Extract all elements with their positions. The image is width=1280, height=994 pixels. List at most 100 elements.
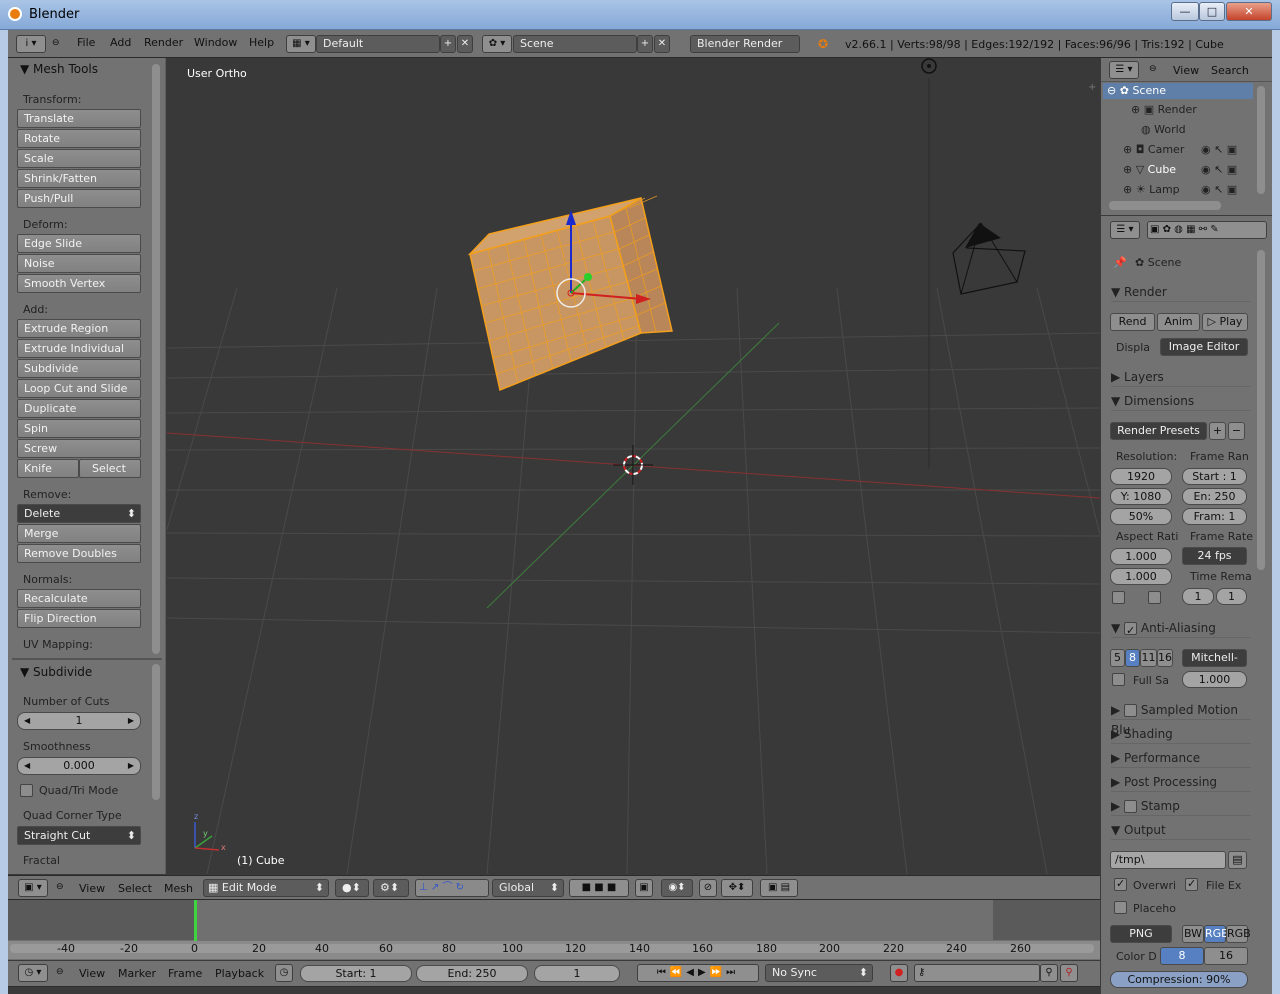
snap-element-dropdown[interactable]: ✥⬍ [721,879,753,897]
collapse-icon[interactable]: ⊖ [52,38,60,48]
duplicate-button[interactable]: Duplicate [17,399,141,418]
mesh-tools-header[interactable]: ▼ Mesh Tools [20,62,98,76]
aspect-y-field[interactable]: 1.000 [1110,568,1172,585]
timeline-menu-marker[interactable]: Marker [118,967,156,980]
outliner-item-lamp[interactable]: ⊕ ☀ Lamp [1123,183,1180,196]
shading-panel-header[interactable]: ▶ Shading [1111,724,1251,744]
layers-panel-header[interactable]: ▶ Layers [1111,367,1251,387]
aa-filter-size-field[interactable]: 1.000 [1182,671,1247,688]
camera-object[interactable] [952,222,1026,295]
keying-set-field[interactable]: ⚷ [914,964,1040,982]
extrude-region-button[interactable]: Extrude Region [17,319,141,338]
timeline-editor[interactable] [8,900,1100,960]
pivot-point-dropdown[interactable]: ⚙⬍ [373,879,409,897]
color-depth-16[interactable]: 16 [1204,947,1248,965]
render-opengl-buttons[interactable]: ▣ ▤ [760,879,798,897]
post-processing-panel-header[interactable]: ▶ Post Processing [1111,772,1251,792]
rotate-button[interactable]: Rotate [17,129,141,148]
delete-dropdown[interactable]: Delete ⬍ [17,504,141,523]
performance-panel-header[interactable]: ▶ Performance [1111,748,1251,768]
merge-button[interactable]: Merge [17,524,141,543]
loop-cut-slide-button[interactable]: Loop Cut and Slide [17,379,141,398]
insert-keyframe-icon[interactable]: ⚲ [1040,964,1058,982]
occlude-geometry-icon[interactable]: ▣ [635,879,653,897]
menu-view[interactable]: View [79,882,105,895]
proportional-edit-dropdown[interactable]: ◉⬍ [661,879,693,897]
collapse-icon[interactable]: ⊖ [1149,64,1157,74]
manipulator-buttons[interactable]: ⊥ ↗ ⌒ ↻ [415,879,489,897]
noise-button[interactable]: Noise [17,254,141,273]
smoothness-field[interactable]: ◀ 0.000 ▶ [17,757,141,775]
menu-file[interactable]: File [77,36,95,49]
sync-mode-dropdown[interactable]: No Sync ⬍ [765,964,873,982]
shrink-fatten-button[interactable]: Shrink/Fatten [17,169,141,188]
render-presets-dropdown[interactable]: Render Presets [1110,422,1207,440]
resolution-y-field[interactable]: Y: 1080 [1110,488,1172,505]
crop-checkbox[interactable] [1148,591,1161,604]
outliner-menu-search[interactable]: Search [1211,64,1249,77]
motion-blur-checkbox[interactable] [1124,704,1138,717]
compression-slider[interactable]: Compression: 90% [1110,971,1248,988]
screen-layout-icon[interactable]: ▦ ▾ [286,35,316,53]
screw-button[interactable]: Screw [17,439,141,458]
remove-preset-icon[interactable]: − [1228,422,1245,440]
outliner-v-scrollbar[interactable] [1257,86,1265,194]
aa-samples-8[interactable]: 8 [1125,649,1140,667]
aspect-x-field[interactable]: 1.000 [1110,548,1172,565]
visibility-icons[interactable]: ◉ ↖ ▣ [1201,163,1237,176]
file-format-dropdown[interactable]: PNG [1110,925,1172,943]
y-arrow-icon[interactable] [584,273,592,281]
3d-viewport[interactable]: User Ortho (1) Cube z y x + [167,58,1100,874]
knife-select-button[interactable]: Select [79,459,141,478]
info-editor-type-button[interactable]: i ▾ [16,35,46,53]
menu-render[interactable]: Render [144,36,183,49]
properties-editor-type-button[interactable]: ☰ ▾ [1110,221,1140,239]
flip-direction-button[interactable]: Flip Direction [17,609,141,628]
border-checkbox[interactable] [1112,591,1125,604]
playback-controls[interactable]: ⏮⏪◀▶⏩⏭ [637,964,759,982]
outliner-item-cube[interactable]: ⊕ ▽ Cube [1123,163,1176,176]
full-sample-checkbox[interactable] [1112,673,1125,686]
pin-icon[interactable]: 📌 [1113,256,1127,269]
record-icon[interactable]: ● [890,964,908,982]
knife-button[interactable]: Knife [17,459,79,478]
collapse-icon[interactable]: ⊖ [56,967,64,977]
menu-help[interactable]: Help [249,36,274,49]
minimize-button[interactable]: — [1171,2,1199,21]
add-scene-icon[interactable]: + [637,35,653,53]
add-preset-icon[interactable]: + [1209,422,1226,440]
number-of-cuts-field[interactable]: ◀ 1 ▶ [17,712,141,730]
viewport-shading-dropdown[interactable]: ●⬍ [335,879,369,897]
snap-toggle-icon[interactable]: ⊘ [699,879,717,897]
timeline-menu-playback[interactable]: Playback [215,967,264,980]
mode-dropdown[interactable]: ▦ Edit Mode ⬍ [203,879,329,897]
play-button[interactable]: ▷ Play [1202,313,1248,331]
decrement-arrow-icon[interactable]: ◀ [24,713,30,729]
outliner-editor-type-button[interactable]: ☰ ▾ [1109,61,1139,79]
frame-end-field[interactable]: En: 250 [1182,488,1247,505]
overwrite-checkbox[interactable] [1114,877,1127,891]
current-frame-field[interactable]: 1 [534,965,620,982]
outliner-menu-view[interactable]: View [1173,64,1199,77]
anti-aliasing-checkbox[interactable] [1124,621,1138,641]
frame-step-field[interactable]: Fram: 1 [1182,508,1247,525]
properties-toggle-icon[interactable]: + [1088,82,1096,93]
menu-add[interactable]: Add [110,36,131,49]
timeline-menu-view[interactable]: View [79,967,105,980]
preview-range-icon[interactable]: ◷ [275,964,293,982]
end-frame-field[interactable]: End: 250 [416,965,528,982]
remove-doubles-button[interactable]: Remove Doubles [17,544,141,563]
recalculate-button[interactable]: Recalculate [17,589,141,608]
frame-rate-dropdown[interactable]: 24 fps [1182,547,1247,565]
render-image-button[interactable]: Rend [1110,313,1155,331]
current-frame-marker[interactable] [194,900,197,942]
quad-corner-dropdown[interactable]: Straight Cut ⬍ [17,826,141,845]
close-button[interactable]: ✕ [1226,2,1272,21]
aa-samples-11[interactable]: 11 [1140,649,1157,667]
screen-layout-field[interactable]: Default [316,35,440,53]
menu-mesh[interactable]: Mesh [164,882,193,895]
aa-filter-dropdown[interactable]: Mitchell- [1182,649,1247,667]
aa-samples-16[interactable]: 16 [1157,649,1173,667]
dimensions-panel-header[interactable]: ▼ Dimensions [1111,391,1251,411]
quad-tri-checkbox[interactable] [20,784,33,797]
